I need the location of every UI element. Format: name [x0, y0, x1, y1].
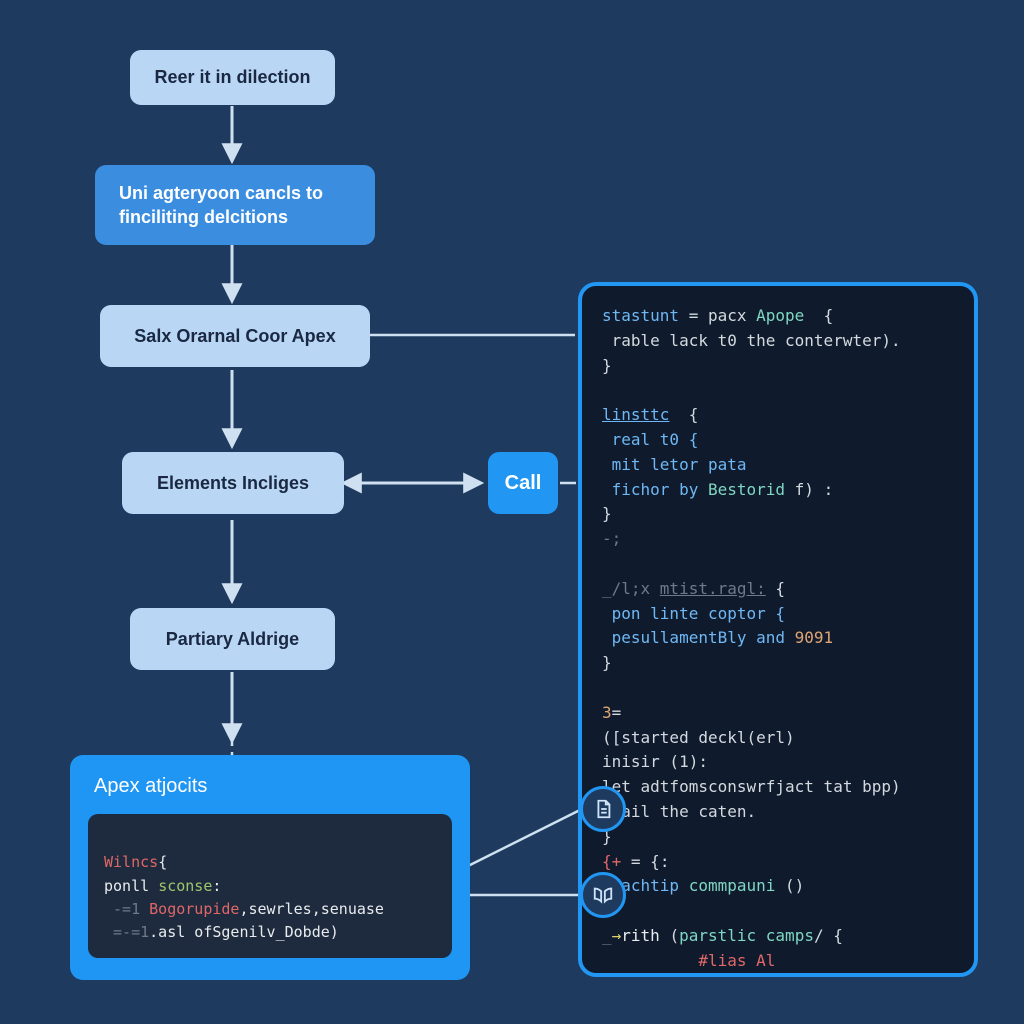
flow-node-1-label: Reer it in dilection [154, 65, 310, 89]
document-icon [592, 798, 614, 820]
book-icon-button[interactable] [580, 872, 626, 918]
flow-node-3-label: Salx Orarnal Coor Apex [134, 324, 335, 348]
call-node: Call [488, 452, 558, 514]
flow-node-4-label: Elements Incliges [157, 471, 309, 495]
call-node-label: Call [505, 470, 542, 497]
flow-node-5: Partiary Aldrige [130, 608, 335, 670]
flow-node-2: Uni agteryoon cancls to finciliting delc… [95, 165, 375, 245]
document-icon-button[interactable] [580, 786, 626, 832]
flow-node-4: Elements Incliges [122, 452, 344, 514]
apex-inner-code: Wilncs{ ponll sconse: -=1 Bogorupide,sew… [88, 814, 452, 958]
flow-node-2-label: Uni agteryoon cancls to finciliting delc… [119, 181, 353, 230]
flow-node-1: Reer it in dilection [130, 50, 335, 105]
apex-container: Apex atjocits Wilncs{ ponll sconse: -=1 … [70, 755, 470, 980]
book-open-icon [592, 884, 614, 906]
apex-title: Apex atjocits [94, 775, 452, 798]
flow-node-5-label: Partiary Aldrige [166, 627, 299, 651]
flow-node-3: Salx Orarnal Coor Apex [100, 305, 370, 367]
code-panel: stastunt = pacx Apope { rable lack t0 th… [578, 282, 978, 977]
